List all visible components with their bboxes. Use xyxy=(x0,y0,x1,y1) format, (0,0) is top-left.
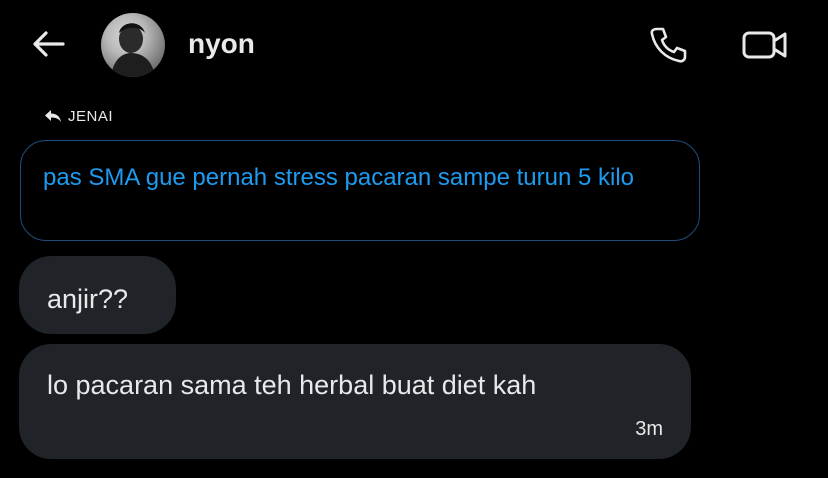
message-text: anjir?? xyxy=(47,284,129,314)
reply-context: JENAI xyxy=(44,106,113,126)
message-timestamp: 3m xyxy=(635,418,663,440)
reply-arrow-icon xyxy=(45,110,61,122)
reply-author: JENAI xyxy=(68,107,114,125)
avatar[interactable] xyxy=(101,13,165,77)
contact-name[interactable]: nyon xyxy=(188,28,255,60)
quoted-message[interactable]: pas SMA gue pernah stress pacaran sampe … xyxy=(20,140,700,241)
phone-icon[interactable] xyxy=(648,26,688,64)
message-text: lo pacaran sama teh herbal buat diet kah xyxy=(47,370,537,400)
chat-header: nyon xyxy=(0,0,828,92)
message-bubble[interactable]: lo pacaran sama teh herbal buat diet kah… xyxy=(19,344,691,459)
video-camera-icon[interactable] xyxy=(742,29,788,61)
avatar-photo-icon xyxy=(111,23,155,77)
back-arrow-icon[interactable] xyxy=(30,28,66,60)
message-bubble[interactable]: anjir?? xyxy=(19,256,176,334)
